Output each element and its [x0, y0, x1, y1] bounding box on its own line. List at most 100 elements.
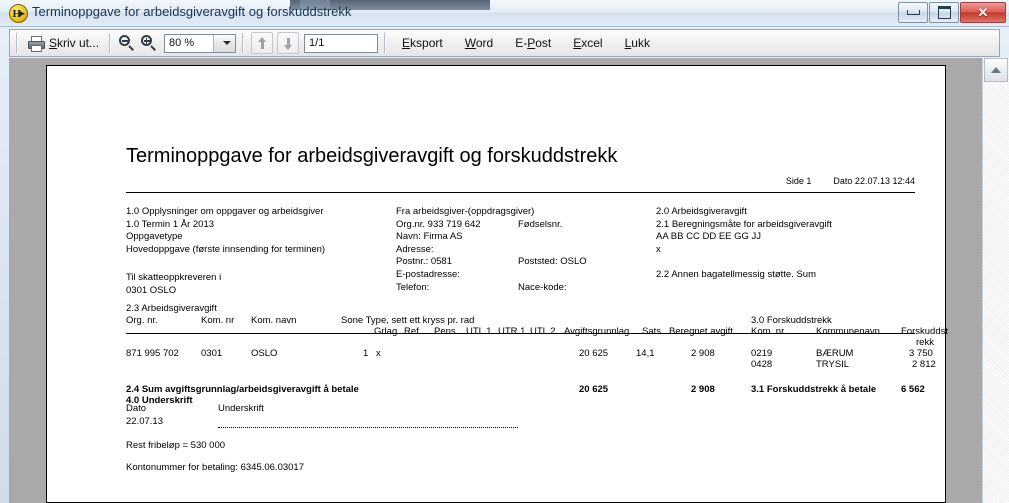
beregning-codes: AA BB CC DD EE GG JJ — [656, 231, 762, 243]
scroll-up-button[interactable] — [984, 58, 1008, 82]
postnr-row: Postnr.: 0581 Poststed: OSLO — [396, 256, 587, 269]
print-preview-area: Terminoppgave for arbeidsgiveravgift og … — [9, 58, 983, 503]
navn-label: Navn: Firma AS — [396, 231, 463, 243]
th-orgnr: Org. nr. — [126, 315, 158, 326]
arbeidsgiveravgift-block: 2.0 Arbeidsgiveravgift 2.1 Beregningsmåt… — [656, 206, 832, 282]
close-icon: ✕ — [977, 5, 989, 20]
header-divider — [126, 192, 915, 193]
maximize-button[interactable] — [929, 2, 959, 23]
dato-value: 22.07.13 — [126, 415, 163, 427]
scroll-up-icon — [991, 67, 1001, 73]
th-forskudd-komnr: Kom. nr — [751, 326, 785, 337]
th-komnr: Kom. nr — [201, 315, 235, 326]
td-komnr: 0301 — [201, 348, 223, 359]
th-forskudd-kommunenavn: Kommunenavn — [816, 326, 880, 337]
page-number-value: 1/1 — [309, 37, 325, 49]
table-header-divider — [126, 333, 915, 334]
next-page-button[interactable] — [277, 32, 300, 54]
til-skatteoppkreveren-block: Til skatteoppkreveren i 0301 OSLO — [126, 272, 221, 297]
previous-page-button[interactable] — [251, 32, 274, 54]
epost-button[interactable]: E-Post — [504, 33, 562, 53]
nacekode-label: Nace-kode: — [518, 281, 567, 293]
th-forskuddstrekk-line2: rekk — [916, 337, 934, 348]
zoom-in-icon[interactable] — [140, 34, 158, 52]
poststed-label: Poststed: OSLO — [518, 256, 587, 268]
th-utr1: UTR 1 — [498, 326, 526, 337]
application-icon[interactable]: H ▸ — [9, 4, 28, 23]
document-content: Terminoppgave for arbeidsgiveravgift og … — [47, 66, 948, 502]
arbeidsgiver-block: Fra arbeidsgiver-(oppdragsgiver) Org.nr.… — [396, 206, 587, 295]
section-3-0-title: 3.0 Forskuddstrekk — [751, 315, 832, 326]
sum-forskudd-value: 6 562 — [901, 384, 925, 395]
til-skatteoppkreveren-label: Til skatteoppkreveren i — [126, 272, 222, 283]
minimize-icon — [906, 10, 920, 15]
excel-button[interactable]: Excel — [562, 33, 613, 53]
td-beregnet-avgift: 2 908 — [691, 348, 715, 359]
telefon-row: Telefon: Nace-kode: — [396, 281, 567, 295]
maximize-icon — [937, 6, 951, 19]
sum-label: 2.4 Sum avgiftsgrunnlag/arbeidsgiveravgi… — [126, 384, 359, 395]
minimize-button[interactable] — [898, 2, 928, 23]
postnr-label: Postnr.: 0581 — [396, 256, 452, 268]
td-avgiftsgrunnlag: 20 625 — [579, 348, 609, 359]
app-icon-arrow: ▸ — [20, 8, 25, 18]
close-preview-button[interactable]: Lukk — [614, 33, 661, 53]
th-komnavn: Kom. navn — [251, 315, 297, 326]
print-button-label: Skriv ut... — [49, 36, 100, 50]
vertical-scrollbar[interactable] — [982, 58, 1009, 503]
table-header: Org. nr. Kom. nr Kom. navn Sone Type, se… — [126, 315, 948, 348]
toolbar-separator-3 — [242, 33, 244, 53]
rest-fribelop: Rest fribeløp = 530 000 — [126, 440, 226, 451]
td-sone: 1 — [363, 348, 369, 359]
td-forskudd-belop-2: 2 812 — [912, 359, 936, 370]
adresse-label: Adresse: — [396, 243, 434, 255]
til-kommune-value: 0301 OSLO — [126, 284, 177, 296]
td-sats: 14,1 — [636, 348, 655, 359]
td-forskudd-belop-1: 3 750 — [909, 348, 933, 359]
sum-forskudd-label: 3.1 Forskuddstrekk å betale — [751, 384, 877, 395]
sum-grunnlag: 20 625 — [579, 384, 609, 395]
orgnr-row: Org.nr. 933 719 642 Fødselsnr. — [396, 218, 562, 232]
section-2-3-title: 2.3 Arbeidsgiveravgift — [126, 303, 217, 314]
table-row: 871 995 702 0301 OSLO 1 x 20 625 14,1 2 … — [126, 348, 936, 374]
document-title: Terminoppgave for arbeidsgiveravgift og … — [126, 145, 618, 167]
sum-avgift: 2 908 — [691, 384, 715, 395]
th-pens: Pens — [434, 326, 456, 337]
export-button[interactable]: Eksport — [391, 33, 454, 53]
close-button[interactable]: ✕ — [960, 2, 1006, 23]
document-page: Terminoppgave for arbeidsgiveravgift og … — [46, 65, 948, 503]
window-title: Terminoppgave for arbeidsgiveravgift og … — [32, 4, 352, 19]
th-beregnet-avgift: Beregnet avgift — [669, 326, 733, 337]
kontonummer: Kontonummer for betaling: 6345.06.03017 — [126, 462, 304, 473]
section-1-block: 1.0 Opplysninger om oppgaver og arbeidsg… — [126, 206, 325, 256]
orgnr-label: Org.nr. 933 719 642 — [396, 218, 481, 230]
telefon-label: Telefon: — [396, 281, 430, 293]
td-forskudd-navn-2: TRYSIL — [816, 359, 850, 370]
printer-icon — [27, 36, 45, 52]
th-avgiftsgrunnlag: Avgiftsgrunnlag — [564, 326, 630, 337]
print-button[interactable]: Skriv ut... — [23, 32, 103, 54]
fra-arbeidsgiver-title: Fra arbeidsgiver-(oppdragsgiver) — [396, 206, 535, 217]
date-label: Dato 22.07.13 12:44 — [833, 176, 915, 186]
toolbar-separator — [16, 33, 17, 53]
page-label: Side 1 — [785, 176, 812, 186]
td-forskudd-komnr-1: 0219 — [751, 348, 773, 359]
th-utl2: UTL 2 — [530, 326, 556, 337]
application-window: H ▸ Terminoppgave for arbeidsgiveravgift … — [0, 0, 1009, 503]
section-2-2-title: 2.2 Annen bagatellmessig støtte. Sum — [656, 268, 817, 280]
toolbar-separator-4 — [384, 33, 386, 53]
window-controls: ✕ — [898, 2, 1006, 23]
zoom-level-combobox[interactable]: 80 % — [164, 33, 237, 53]
epostadresse-label: E-postadresse: — [396, 268, 460, 280]
zoom-level-value: 80 % — [169, 37, 195, 49]
section-2-0-title: 2.0 Arbeidsgiveravgift — [656, 206, 747, 217]
th-utl1: UTL 1 — [466, 326, 492, 337]
hovedoppgave-label: Hovedoppgave (første innsending for term… — [126, 243, 326, 255]
word-button[interactable]: Word — [454, 33, 504, 53]
zoom-out-icon[interactable] — [118, 34, 136, 52]
underskrift-label: Underskrift — [218, 403, 264, 414]
page-number-input[interactable]: 1/1 — [304, 33, 379, 53]
fodselsnr-label: Fødselsnr. — [518, 218, 563, 230]
chevron-down-icon[interactable] — [213, 34, 236, 52]
td-kryss: x — [376, 348, 381, 359]
